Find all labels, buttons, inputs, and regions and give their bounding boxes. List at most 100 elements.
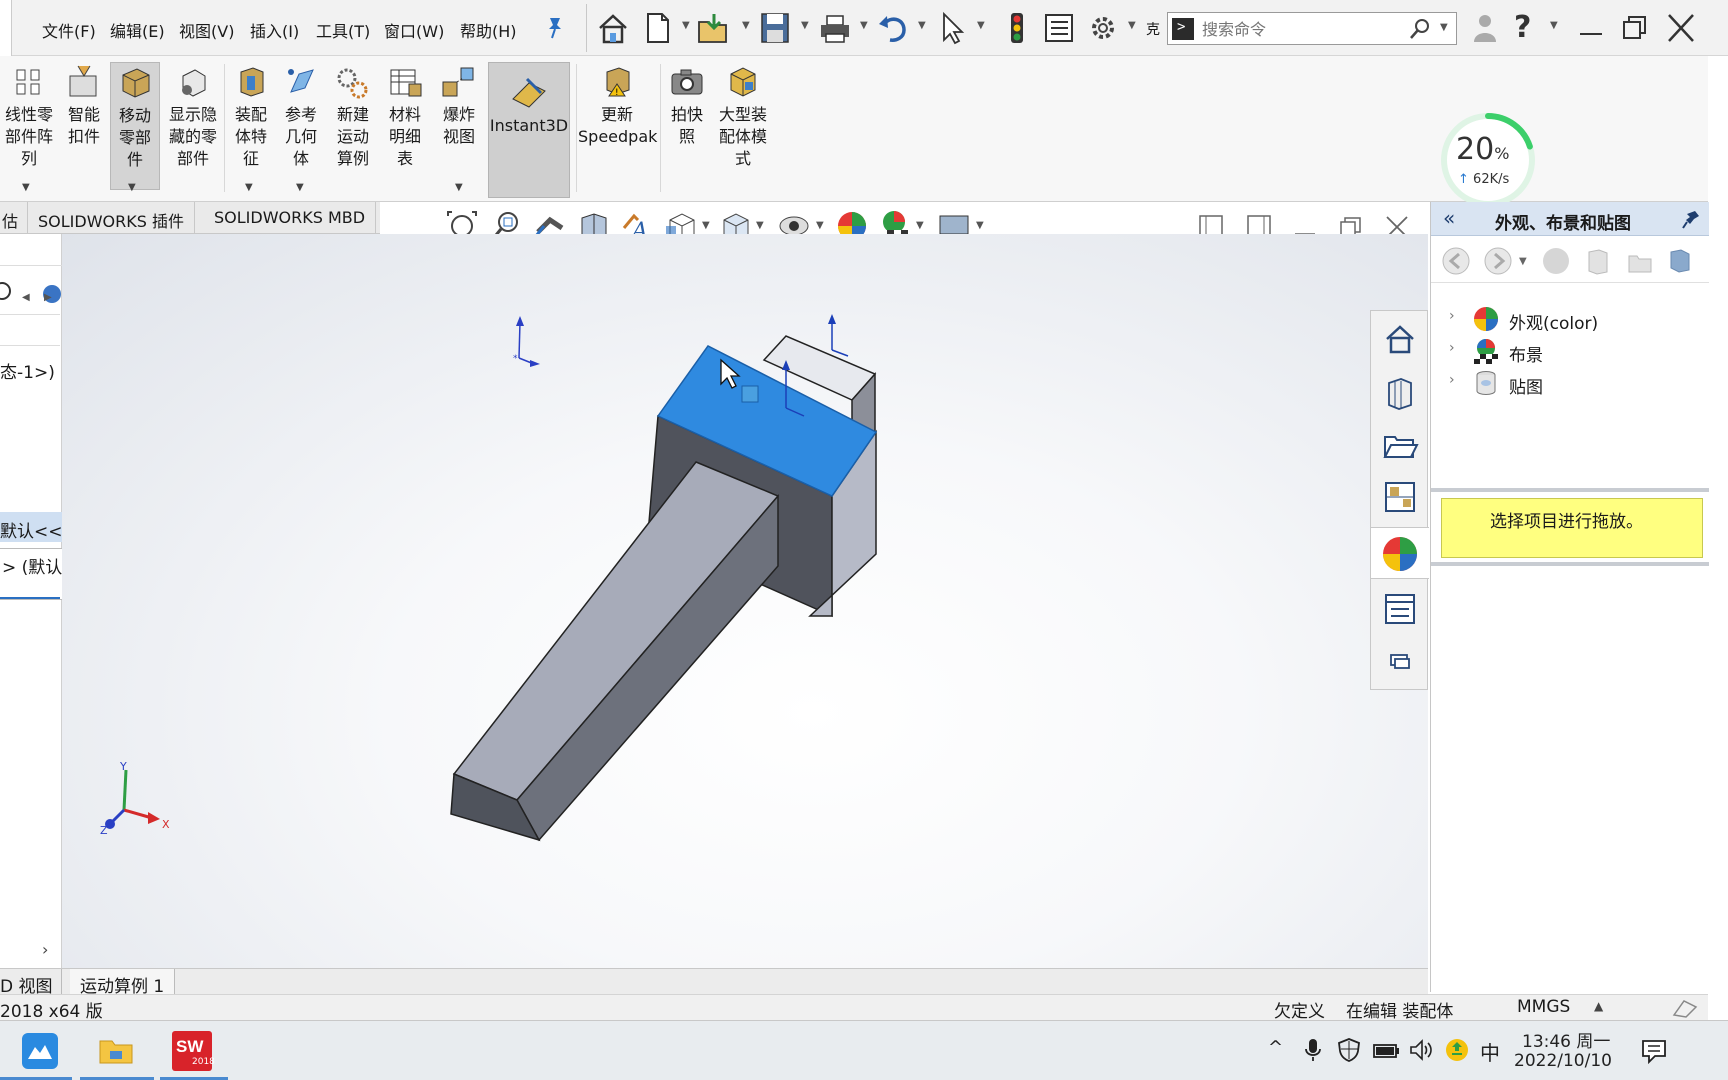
library-item-icon[interactable]	[1663, 246, 1693, 276]
instant3d-button[interactable]: Instant3D	[488, 62, 570, 198]
forum-chat-icon[interactable]	[1381, 643, 1419, 683]
tab-solidworks-addins[interactable]: SOLIDWORKS 插件	[28, 202, 195, 234]
smart-fastener-button[interactable]: 智能 扣件	[60, 62, 108, 148]
pin-icon[interactable]	[544, 14, 566, 40]
tree-item-appearances[interactable]: › 外观(color)	[1449, 306, 1699, 334]
chevron-left-icon[interactable]: ◀	[22, 292, 30, 303]
chevron-down-icon[interactable]: ▼	[1128, 20, 1136, 31]
chevron-down-icon[interactable]: ▼	[702, 220, 710, 231]
chevron-down-icon[interactable]: ▼	[742, 20, 750, 31]
tab-solidworks-mbd[interactable]: SOLIDWORKS MBD	[204, 202, 377, 234]
chevron-down-icon[interactable]: ▼	[1440, 22, 1448, 33]
bill-of-materials-button[interactable]: 材料 明细 表	[382, 62, 428, 170]
search-input[interactable]	[1202, 18, 1402, 40]
add-to-library-icon[interactable]	[1541, 246, 1571, 276]
new-folder-icon[interactable]	[1625, 246, 1655, 276]
search-icon[interactable]	[1408, 17, 1432, 41]
meeting-app-icon[interactable]	[22, 1033, 58, 1069]
chevron-down-icon[interactable]: ▼	[296, 182, 304, 193]
volume-speaker-icon[interactable]	[1408, 1037, 1434, 1063]
design-library-icon[interactable]	[1381, 373, 1419, 413]
move-component-button[interactable]: 移动 零部 件	[110, 62, 160, 190]
back-arrow-icon[interactable]	[1441, 246, 1471, 276]
filter-box[interactable]	[0, 314, 60, 346]
battery-power-icon[interactable]	[1372, 1037, 1400, 1063]
close-icon[interactable]	[1664, 10, 1698, 46]
tab-3d-view[interactable]: D 视图	[0, 969, 62, 997]
tab-motion-study-1[interactable]: 运动算例 1	[70, 969, 176, 997]
units-selector[interactable]: MMGS	[1517, 997, 1570, 1017]
menu-insert[interactable]: 插入(I)	[250, 18, 299, 42]
expand-chevron-icon[interactable]: ›	[1449, 308, 1455, 324]
network-accelerator-icon[interactable]	[1444, 1037, 1470, 1063]
exploded-view-button[interactable]: 爆炸 视图	[436, 62, 482, 148]
expand-chevron-icon[interactable]: ›	[1449, 340, 1455, 356]
file-explorer-taskbar-icon[interactable]	[96, 1031, 136, 1069]
chevron-down-icon[interactable]: ▼	[756, 220, 764, 231]
large-assembly-mode-button[interactable]: 大型装 配体模 式	[714, 62, 772, 170]
new-document-icon[interactable]	[640, 10, 674, 46]
menu-view[interactable]: 视图(V)	[179, 18, 234, 42]
chevron-down-icon[interactable]: ▼	[1550, 20, 1558, 31]
view-palette-icon[interactable]	[1381, 477, 1419, 517]
property-manager-icon[interactable]	[0, 276, 14, 306]
chevron-up-icon[interactable]: ▲	[1594, 999, 1603, 1013]
pane-splitter[interactable]	[1431, 562, 1709, 566]
show-hidden-icons-chevron[interactable]: ^	[1268, 1037, 1283, 1058]
new-motion-study-button[interactable]: 新建 运动 算例	[330, 62, 376, 170]
collapse-pane-icon[interactable]: «	[1443, 206, 1455, 230]
open-icon[interactable]	[696, 10, 730, 46]
drag-handle[interactable]	[741, 385, 759, 403]
take-snapshot-button[interactable]: 拍快 照	[664, 62, 710, 148]
default-config-row[interactable]: 默认<<	[0, 512, 63, 542]
chevron-down-icon[interactable]: ▼	[128, 182, 136, 193]
chevron-down-icon[interactable]: ▼	[245, 182, 253, 193]
home-icon[interactable]	[596, 10, 630, 46]
microphone-icon[interactable]	[1302, 1037, 1324, 1063]
model-canvas[interactable]: * Y X Z	[62, 234, 1428, 970]
search-command-box[interactable]: > ▼	[1167, 12, 1457, 45]
file-explorer-icon[interactable]	[1381, 425, 1419, 465]
solidworks-resources-home-icon[interactable]	[1381, 319, 1419, 359]
menu-help[interactable]: 帮助(H)	[460, 18, 517, 42]
appearances-scenes-tab[interactable]	[1371, 527, 1429, 579]
chevron-down-icon[interactable]: ▼	[22, 182, 30, 193]
restore-icon[interactable]	[1618, 10, 1652, 46]
update-speedpak-button[interactable]: ! 更新 Speedpak	[578, 62, 657, 148]
print-icon[interactable]	[818, 10, 852, 46]
chevron-down-icon[interactable]: ▼	[682, 20, 690, 31]
menu-window[interactable]: 窗口(W)	[384, 18, 444, 42]
input-method-indicator[interactable]: 中	[1480, 1037, 1500, 1066]
library-folder-icon[interactable]	[1583, 246, 1613, 276]
chevron-down-icon[interactable]: ▼	[455, 182, 463, 193]
clock-date[interactable]: 2022/10/10	[1514, 1051, 1612, 1071]
long-bar[interactable]	[450, 461, 780, 842]
user-account-icon[interactable]	[1468, 10, 1502, 46]
menu-edit[interactable]: 编辑(E)	[110, 18, 165, 42]
tree-item-decals[interactable]: › 贴图	[1449, 370, 1699, 398]
help-icon[interactable]: ?	[1514, 10, 1548, 46]
tab-evaluate[interactable]: 估	[0, 202, 28, 234]
chevron-down-icon[interactable]: ▼	[1519, 256, 1527, 267]
security-shield-icon[interactable]	[1336, 1037, 1362, 1063]
undo-icon[interactable]	[876, 10, 910, 46]
chevron-down-icon[interactable]: ▼	[918, 20, 926, 31]
rebuild-traffic-light-icon[interactable]	[1000, 10, 1034, 46]
graphics-area[interactable]: * Y X Z	[62, 234, 1428, 970]
minimize-icon[interactable]	[1574, 10, 1608, 46]
clock-time[interactable]: 13:46 周一	[1522, 1027, 1610, 1052]
menu-file[interactable]: 文件(F)	[42, 18, 96, 42]
forward-arrow-icon[interactable]	[1483, 246, 1513, 276]
chevron-down-icon[interactable]: ▼	[977, 20, 985, 31]
solidworks-taskbar-icon[interactable]: SW 2018	[172, 1031, 215, 1071]
file-properties-icon[interactable]	[1042, 10, 1076, 46]
chevron-right-icon[interactable]: ▶	[44, 292, 52, 303]
save-icon[interactable]	[758, 10, 792, 46]
select-pointer-icon[interactable]	[936, 10, 970, 46]
pane-splitter[interactable]	[1431, 488, 1709, 492]
menu-tools[interactable]: 工具(T)	[316, 18, 370, 42]
reference-geometry-button[interactable]: 参考 几何 体	[278, 62, 324, 170]
show-hidden-components-button[interactable]: 显示隐 藏的零 部件	[164, 62, 222, 170]
custom-properties-icon[interactable]	[1381, 589, 1419, 629]
chevron-down-icon[interactable]: ▼	[976, 220, 984, 231]
